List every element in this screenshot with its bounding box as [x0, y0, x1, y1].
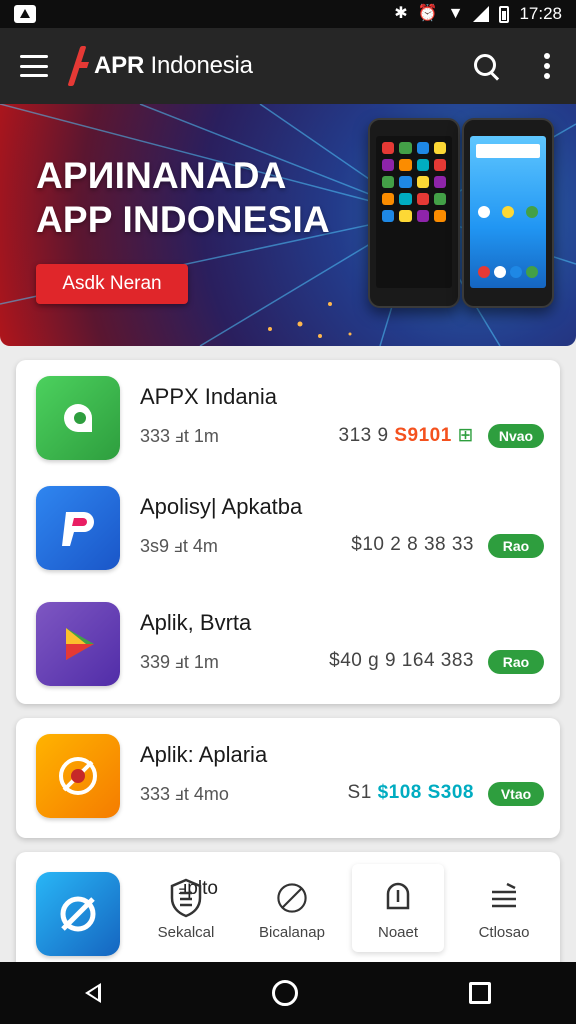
shield-list-icon: [170, 878, 202, 918]
banner-headline: APИINANADA APP INDONESIA: [36, 155, 330, 240]
search-icon[interactable]: [472, 52, 500, 80]
back-icon[interactable]: [85, 983, 102, 1003]
app-price: $10 2 8 38 33: [351, 534, 474, 555]
nav-item-noaet[interactable]: Noaet: [352, 864, 444, 952]
banner-cta-button[interactable]: Asdk Neran: [36, 264, 188, 304]
nav-item-bicalanap[interactable]: Bicalanap: [246, 864, 338, 952]
list-item[interactable]: Apolisy| Apkatba 3s9 ⅎt 4m $10 2 8 38 33…: [16, 470, 560, 570]
app-list-card: Aplik: Aplaria 333 ⅎt 4mo S1 $108 S308 V…: [16, 718, 560, 838]
app-name: Aplik, Bvrta: [140, 610, 252, 635]
app-meta: 3s9 ⅎt 4m: [140, 536, 218, 556]
status-time: 17:28: [519, 4, 562, 23]
bottom-navigation: Sekalcal Bicalanap Noaet Ctlosao: [140, 864, 550, 960]
signal-icon: [473, 6, 490, 22]
app-icon: [36, 602, 120, 686]
app-icon: [36, 376, 120, 460]
home-icon[interactable]: [271, 980, 298, 1006]
app-price: 313 9 S9101 ⊞: [338, 425, 474, 446]
nav-item-sekalcal[interactable]: Sekalcal: [140, 864, 232, 952]
system-navigation-bar: [0, 962, 576, 1024]
phone-mockup: [368, 118, 460, 308]
phone-mockup: [462, 118, 554, 308]
install-badge[interactable]: Rao: [488, 650, 544, 674]
list-item[interactable]: Aplik, Bvrta 339 ⅎt 1m $40 g 9 164 383 R…: [16, 586, 560, 686]
app-name: APPX Indania: [140, 384, 277, 409]
menu-icon[interactable]: [20, 55, 48, 77]
app-meta: 333 ⅎt 4mo: [140, 784, 229, 804]
install-badge[interactable]: Rao: [488, 534, 544, 558]
status-bar: ✱ ⏰ ▼ 17:28: [0, 0, 576, 28]
bluetooth-icon: ✱: [394, 5, 408, 22]
app-title: APR Indonesia: [94, 52, 253, 79]
promo-banner[interactable]: APИINANADA APP INDONESIA Asdk Neran: [0, 104, 576, 346]
app-icon: [36, 486, 120, 570]
wifi-icon: ▼: [447, 5, 464, 22]
recent-apps-icon[interactable]: [468, 982, 491, 1004]
notification-icon: [14, 5, 36, 23]
alarm-icon: ⏰: [417, 5, 438, 22]
app-list-card: APPX Indania 333 ⅎt 1m 313 9 S9101 ⊞ Nva…: [16, 360, 560, 704]
compass-icon: [277, 883, 307, 913]
app-price: $40 g 9 164 383: [329, 650, 474, 671]
list-item[interactable]: Aplik: Aplaria 333 ⅎt 4mo S1 $108 S308 V…: [16, 718, 560, 818]
install-badge[interactable]: Vtao: [488, 782, 544, 806]
app-bar: APR Indonesia: [0, 28, 576, 104]
menu-list-icon: [492, 882, 516, 908]
more-options-icon[interactable]: [544, 53, 550, 79]
alert-icon: [386, 882, 410, 910]
nav-item-ctlosao[interactable]: Ctlosao: [458, 864, 550, 952]
app-icon: [36, 734, 120, 818]
app-meta: 333 ⅎt 1m: [140, 426, 219, 446]
app-name: Apolisy| Apkatba: [140, 494, 303, 519]
app-price: S1 $108 S308: [347, 782, 474, 803]
app-meta: 339 ⅎt 1m: [140, 652, 219, 672]
list-item[interactable]: APPX Indania 333 ⅎt 1m 313 9 S9101 ⊞ Nva…: [16, 360, 560, 460]
install-badge[interactable]: Nvao: [488, 424, 544, 448]
battery-icon: [499, 5, 510, 23]
brand-logo-icon: [70, 44, 92, 88]
app-name: Aplik: Aplaria: [140, 742, 268, 767]
app-icon[interactable]: [36, 872, 120, 956]
